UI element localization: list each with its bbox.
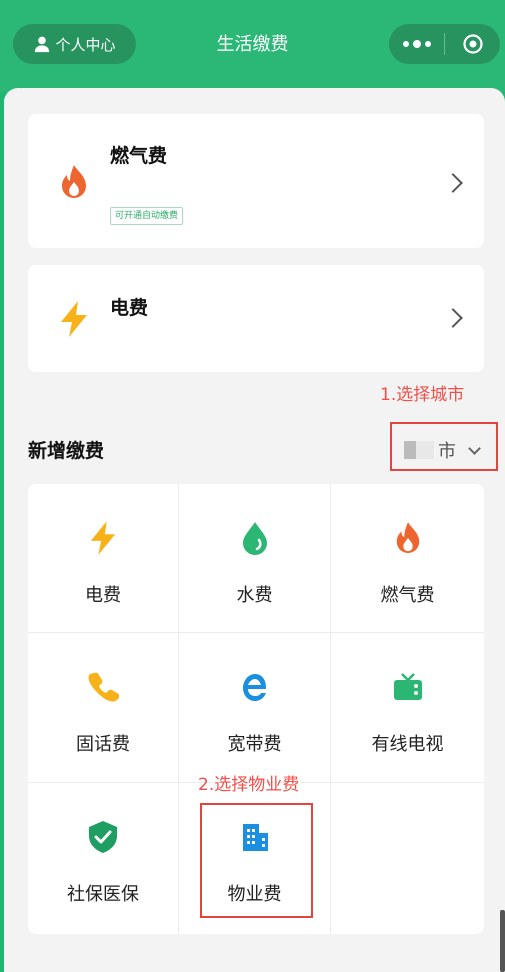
- service-label: 电费: [85, 585, 121, 606]
- flame-icon: [396, 522, 419, 553]
- chevron-down-icon: [468, 441, 481, 455]
- city-name-redacted: [404, 441, 434, 459]
- service-gas[interactable]: 燃气费: [331, 484, 484, 633]
- annotation-step2: 2.选择物业费: [198, 775, 300, 795]
- service-cable-tv[interactable]: 有线电视: [331, 633, 484, 783]
- browser-e-icon: [242, 674, 266, 701]
- service-broadband[interactable]: 宽带费: [179, 633, 331, 783]
- scrollbar[interactable]: [500, 910, 505, 972]
- bill-name: 电费: [110, 297, 149, 319]
- tv-icon: [393, 673, 422, 700]
- mini-program-capsule: [389, 24, 500, 64]
- city-selector[interactable]: 市: [404, 437, 481, 463]
- auto-pay-badge: 可开通自动缴费: [110, 207, 184, 225]
- new-payment-title: 新增缴费: [28, 440, 105, 462]
- close-mini-program-button[interactable]: [445, 24, 500, 64]
- bill-card-gas[interactable]: 燃气费 可开通自动缴费: [28, 114, 484, 248]
- chevron-right-icon: [443, 308, 463, 328]
- service-landline[interactable]: 固话费: [28, 633, 179, 783]
- shield-check-icon: [89, 821, 117, 853]
- annotation-box-property: [200, 803, 313, 918]
- chevron-right-icon: [443, 173, 463, 193]
- bill-card-electricity[interactable]: 电费: [28, 265, 484, 372]
- service-label: 水费: [236, 585, 273, 606]
- more-button[interactable]: [389, 24, 444, 64]
- city-suffix: 市: [438, 441, 456, 462]
- lightning-icon: [61, 301, 87, 337]
- service-water[interactable]: 水费: [179, 484, 331, 633]
- more-dots-icon: [402, 40, 431, 48]
- annotation-step1: 1.选择城市: [380, 385, 465, 405]
- bill-name: 燃气费: [110, 145, 168, 167]
- service-label: 燃气费: [380, 585, 435, 606]
- service-electricity[interactable]: 电费: [28, 484, 179, 633]
- service-label: 社保医保: [67, 884, 139, 905]
- service-label: 固话费: [76, 734, 130, 755]
- target-icon: [462, 34, 483, 54]
- service-social-insurance[interactable]: 社保医保: [28, 783, 179, 934]
- nav-bar: 个人中心 生活缴费: [0, 0, 505, 92]
- flame-icon: [62, 165, 86, 198]
- water-drop-icon: [242, 522, 267, 555]
- service-empty-cell: [331, 783, 484, 934]
- phone-icon: [88, 672, 119, 702]
- lightning-icon: [90, 521, 116, 555]
- service-label: 有线电视: [371, 734, 444, 755]
- service-label: 宽带费: [227, 734, 282, 755]
